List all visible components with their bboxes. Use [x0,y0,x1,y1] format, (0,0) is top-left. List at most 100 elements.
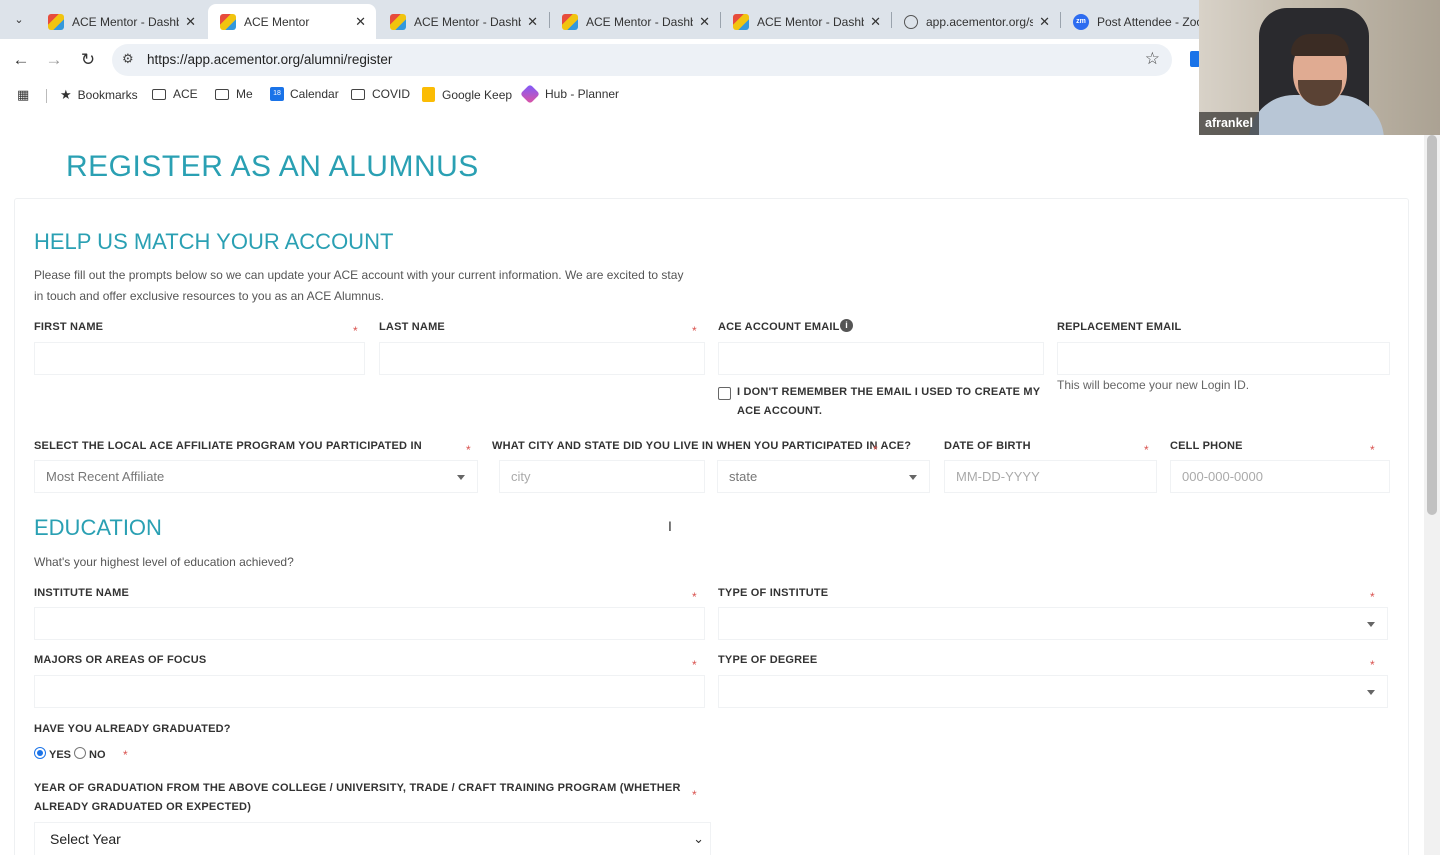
tab-zoom[interactable]: zm Post Attendee - Zoom [1061,4,1199,39]
grad-year-label-line1: YEAR OF GRADUATION FROM THE ABOVE COLLEG… [34,782,681,794]
bookmark-label: COVID [372,87,411,101]
close-icon[interactable]: ✕ [185,14,196,30]
replacement-email-input[interactable] [1057,342,1390,375]
star-icon: ★ [60,87,72,102]
close-icon[interactable]: ✕ [699,14,710,30]
back-icon[interactable]: ← [9,48,33,72]
tab-ace-dashboard-2[interactable]: ACE Mentor - Dashboard ✕ [378,4,548,39]
replacement-email-label: REPLACEMENT EMAIL [1057,321,1182,333]
bookmark-label: Hub - Planner [545,87,620,101]
video-person-hair [1291,34,1349,56]
required-mark: * [692,788,697,802]
match-section-title: HELP US MATCH YOUR ACCOUNT [34,229,394,254]
required-mark: * [1370,658,1375,672]
bookmark-google-keep[interactable]: Google Keep [422,87,512,102]
page-scrollbar[interactable] [1424,135,1440,855]
hub-planner-icon [520,84,540,104]
state-select[interactable]: state [717,460,930,493]
close-icon[interactable]: ✕ [1039,14,1050,30]
reload-icon[interactable]: ↻ [76,48,100,72]
majors-input[interactable] [34,675,705,708]
bookmark-label: Bookmarks [77,88,138,102]
google-keep-icon [422,87,435,102]
folder-icon [351,88,365,100]
calendar-icon: 18 [270,87,284,101]
address-bar[interactable]: ⚙ https://app.acementor.org/alumni/regis… [112,44,1172,76]
info-icon[interactable]: i [840,319,853,332]
dob-label: DATE OF BIRTH [944,440,1031,452]
tab-ace-dashboard-3[interactable]: ACE Mentor - Dashboard ✕ [550,4,720,39]
institute-name-label: INSTITUTE NAME [34,587,130,599]
dob-placeholder: MM-DD-YYYY [956,469,1040,484]
bookmark-bookmarks[interactable]: ★ Bookmarks [60,87,138,103]
ace-logo-icon [390,13,406,30]
education-section-title: EDUCATION [34,515,162,540]
zoom-icon: zm [1073,13,1089,30]
institute-type-select[interactable] [718,607,1388,640]
ace-email-label: ACE ACCOUNT EMAIL [718,321,840,333]
forgot-email-checkbox[interactable] [718,387,731,400]
site-info-icon[interactable]: ⚙ [122,51,134,67]
last-name-input[interactable] [379,342,705,375]
bookmark-covid[interactable]: COVID [351,87,410,101]
degree-type-select[interactable] [718,675,1388,708]
city-input[interactable]: city [499,460,705,493]
ace-logo-icon [562,13,578,30]
graduated-yes-label[interactable]: YES [49,749,71,761]
match-description-line2: in touch and offer exclusive resources t… [34,289,384,303]
scrollbar-thumb[interactable] [1427,135,1437,515]
tab-title: ACE Mentor - Dashboard [757,14,864,29]
bookmark-ace[interactable]: ACE [152,87,198,101]
ace-logo-icon [48,13,64,30]
tab-ace-dashboard-1[interactable]: ACE Mentor - Dashboard ✕ [36,4,206,39]
ace-logo-icon [220,13,236,30]
tab-ace-mentor[interactable]: ACE Mentor ✕ [208,4,376,39]
tab-title: ACE Mentor [244,14,310,29]
bookmark-calendar[interactable]: 18 Calendar [270,87,339,101]
bookmark-me[interactable]: Me [215,87,253,101]
first-name-input[interactable] [34,342,365,375]
tab-ace-dashboard-4[interactable]: ACE Mentor - Dashboard ✕ [721,4,891,39]
graduated-no-label[interactable]: NO [89,749,106,761]
tab-title: Post Attendee - Zoom [1097,14,1199,29]
last-name-label: LAST NAME [379,321,445,333]
bookmark-label: Google Keep [442,87,513,102]
bookmark-star-icon[interactable]: ☆ [1145,49,1160,69]
grad-year-select[interactable]: Select Year ⌄ [34,822,711,855]
required-mark: * [692,658,697,672]
affiliate-select[interactable]: Most Recent Affiliate [34,460,478,493]
first-name-label: FIRST NAME [34,321,104,333]
page-content: REGISTER AS AN ALUMNUS HELP US MATCH YOU… [0,110,1424,855]
bookmark-label: Calendar [290,87,339,101]
close-icon[interactable]: ✕ [355,14,366,30]
cell-phone-input[interactable]: 000-000-0000 [1170,460,1390,493]
institute-name-input[interactable] [34,607,705,640]
required-mark: * [1370,590,1375,604]
bookmark-hub-planner[interactable]: Hub - Planner [520,84,620,104]
close-icon[interactable]: ✕ [870,14,881,30]
institute-type-label: TYPE OF INSTITUTE [718,587,829,599]
tab-app-acementor[interactable]: app.acementor.org/s ✕ [892,4,1060,39]
tab-search-icon[interactable]: ⌄ [8,8,30,30]
ace-email-input[interactable] [718,342,1044,375]
dob-input[interactable]: MM-DD-YYYY [944,460,1157,493]
chevron-down-icon: ⌄ [693,831,704,846]
forgot-email-label-line2[interactable]: ACE ACCOUNT. [737,402,822,420]
graduated-yes-radio[interactable] [34,747,46,759]
folder-icon [215,88,229,100]
education-description: What's your highest level of education a… [34,555,294,569]
url-text[interactable]: https://app.acementor.org/alumni/registe… [147,52,392,67]
close-icon[interactable]: ✕ [527,14,538,30]
grad-year-value: Select Year [50,831,121,847]
graduated-no-radio[interactable] [74,747,86,759]
participant-name: afrankel [1199,112,1259,135]
replacement-email-help: This will become your new Login ID. [1057,378,1250,392]
state-value: state [729,469,758,484]
participant-video: afrankel [1199,0,1440,135]
forgot-email-label-line1[interactable]: I DON'T REMEMBER THE EMAIL I USED TO CRE… [737,383,1040,401]
globe-icon [904,14,918,29]
forward-icon[interactable]: → [42,48,66,72]
apps-grid-icon[interactable]: ▦ [17,87,35,103]
ace-logo-icon [733,13,749,30]
required-mark: * [692,324,697,338]
